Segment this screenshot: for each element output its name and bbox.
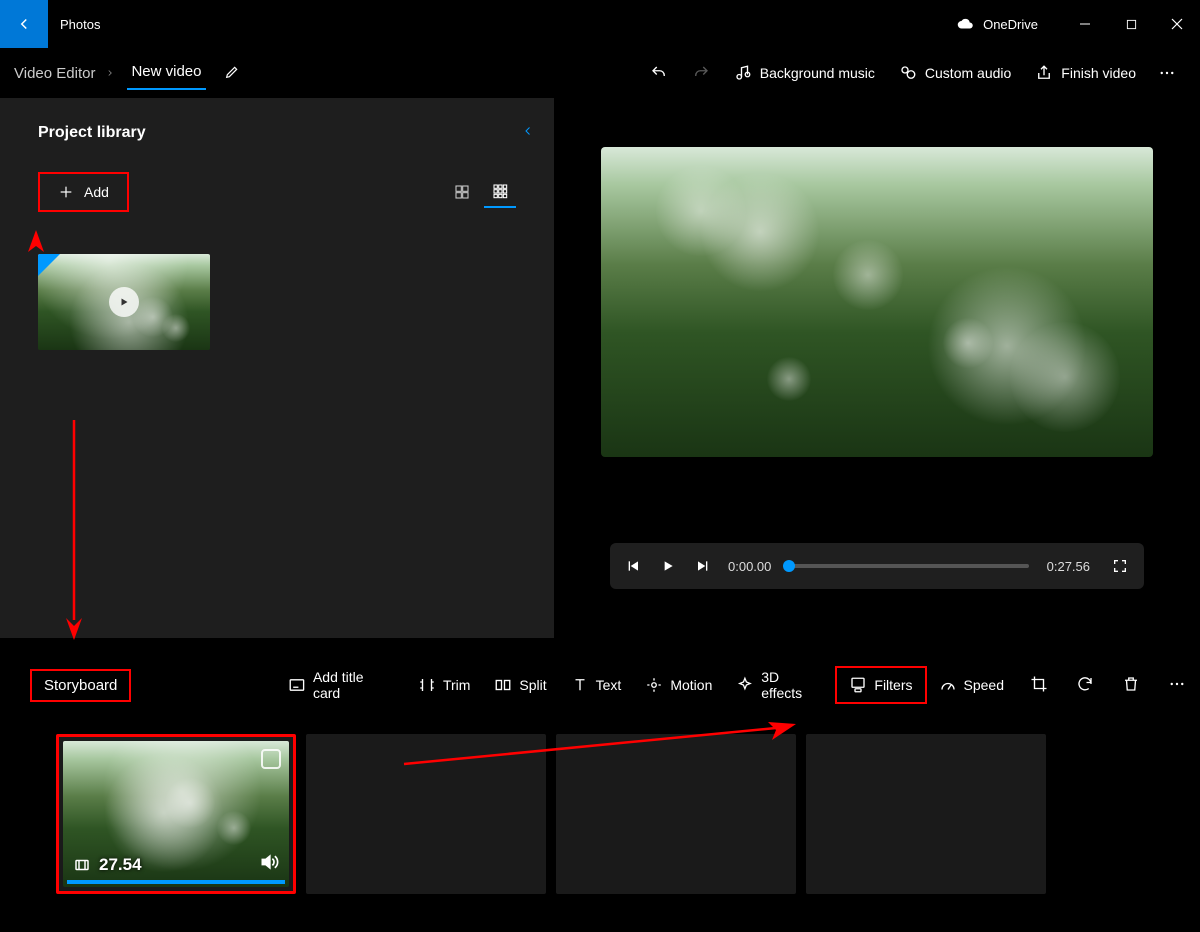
storyboard-empty-slot[interactable] [556, 734, 796, 894]
storyboard-empty-slot[interactable] [806, 734, 1046, 894]
arrow-left-icon [15, 15, 33, 33]
volume-icon [259, 852, 279, 872]
step-forward-icon [694, 558, 710, 574]
filters-button[interactable]: Filters [835, 666, 926, 704]
prev-frame-button[interactable] [626, 558, 642, 574]
split-button[interactable]: Split [482, 668, 558, 702]
clip-volume-button[interactable] [259, 852, 279, 875]
title-card-icon [288, 676, 306, 694]
bg-music-button[interactable]: Background music [722, 54, 887, 92]
text-button[interactable]: Text [559, 668, 634, 702]
music-note-icon [734, 64, 752, 82]
motion-icon [645, 676, 663, 694]
sparkle-icon [736, 676, 754, 694]
clip-select-checkbox[interactable] [261, 749, 281, 769]
filters-icon [849, 676, 867, 694]
project-library-panel: Project library Add [0, 98, 554, 638]
preview-video[interactable] [601, 147, 1153, 457]
clip-progress-bar [67, 880, 285, 884]
storyboard-label: Storyboard [30, 669, 131, 702]
add-media-button[interactable]: Add [38, 172, 129, 212]
trash-icon [1122, 675, 1140, 693]
ellipsis-icon [1168, 675, 1186, 693]
preview-panel: 0:00.00 0:27.56 [554, 98, 1200, 638]
3d-effects-button[interactable]: 3D effects [724, 661, 835, 709]
storyboard-clip[interactable]: 27.54 [56, 734, 296, 894]
ellipsis-icon [1158, 64, 1176, 82]
chevron-left-icon [522, 125, 534, 137]
minimize-button[interactable] [1062, 8, 1108, 40]
total-time: 0:27.56 [1047, 559, 1090, 574]
trim-button[interactable]: Trim [406, 668, 482, 702]
undo-button[interactable] [638, 54, 680, 92]
maximize-icon [1126, 19, 1137, 30]
trim-icon [418, 676, 436, 694]
app-name: Photos [60, 17, 100, 32]
fullscreen-button[interactable] [1112, 558, 1128, 574]
export-icon [1035, 64, 1053, 82]
close-icon [1171, 18, 1183, 30]
seek-knob[interactable] [783, 560, 795, 572]
library-title: Project library [38, 124, 516, 142]
close-button[interactable] [1154, 8, 1200, 40]
redo-button[interactable] [680, 54, 722, 92]
clip-duration: 27.54 [99, 855, 142, 875]
text-icon [571, 676, 589, 694]
audio-mix-icon [899, 64, 917, 82]
motion-button[interactable]: Motion [633, 668, 724, 702]
cloud-icon [957, 18, 975, 30]
play-icon [660, 558, 676, 574]
next-frame-button[interactable] [694, 558, 710, 574]
chevron-right-icon [105, 65, 115, 81]
breadcrumb-root[interactable]: Video Editor [14, 65, 95, 82]
editor-header: Video Editor New video Background music … [0, 48, 1200, 98]
minimize-icon [1079, 18, 1091, 30]
maximize-button[interactable] [1108, 8, 1154, 40]
project-title[interactable]: New video [127, 57, 205, 90]
collapse-library-button[interactable] [522, 124, 534, 140]
custom-audio-button[interactable]: Custom audio [887, 54, 1023, 92]
crop-button[interactable] [1016, 667, 1062, 704]
playback-bar: 0:00.00 0:27.56 [610, 543, 1144, 589]
speed-button[interactable]: Speed [927, 668, 1016, 702]
title-bar: Photos OneDrive [0, 0, 1200, 48]
expand-icon [1112, 558, 1128, 574]
redo-icon [692, 64, 710, 82]
pencil-icon [224, 64, 240, 80]
delete-button[interactable] [1108, 667, 1154, 704]
seek-track[interactable] [789, 564, 1028, 568]
grid-3x3-icon [492, 183, 508, 199]
onedrive-status[interactable]: OneDrive [957, 17, 1038, 32]
play-button[interactable] [660, 558, 676, 574]
storyboard-empty-slot[interactable] [306, 734, 546, 894]
more-button[interactable] [1148, 56, 1186, 90]
rotate-button[interactable] [1062, 667, 1108, 704]
library-clip-thumbnail[interactable] [38, 254, 210, 350]
grid-small-button[interactable] [446, 176, 478, 208]
plus-icon [58, 184, 74, 200]
grid-large-button[interactable] [484, 176, 516, 208]
play-overlay-icon [109, 287, 139, 317]
step-back-icon [626, 558, 642, 574]
back-button[interactable] [0, 0, 48, 48]
speed-icon [939, 676, 957, 694]
current-time: 0:00.00 [728, 559, 771, 574]
rotate-icon [1076, 675, 1094, 693]
finish-video-button[interactable]: Finish video [1023, 54, 1148, 92]
undo-icon [650, 64, 668, 82]
crop-icon [1030, 675, 1048, 693]
grid-2x2-icon [454, 184, 470, 200]
split-icon [494, 676, 512, 694]
used-indicator-icon [38, 254, 60, 276]
storyboard-panel: Storyboard Add title card Trim Split Tex… [0, 662, 1200, 894]
storyboard-more-button[interactable] [1154, 667, 1200, 704]
add-title-card-button[interactable]: Add title card [276, 661, 406, 709]
rename-button[interactable] [224, 64, 240, 83]
clip-duration-icon [73, 856, 91, 874]
